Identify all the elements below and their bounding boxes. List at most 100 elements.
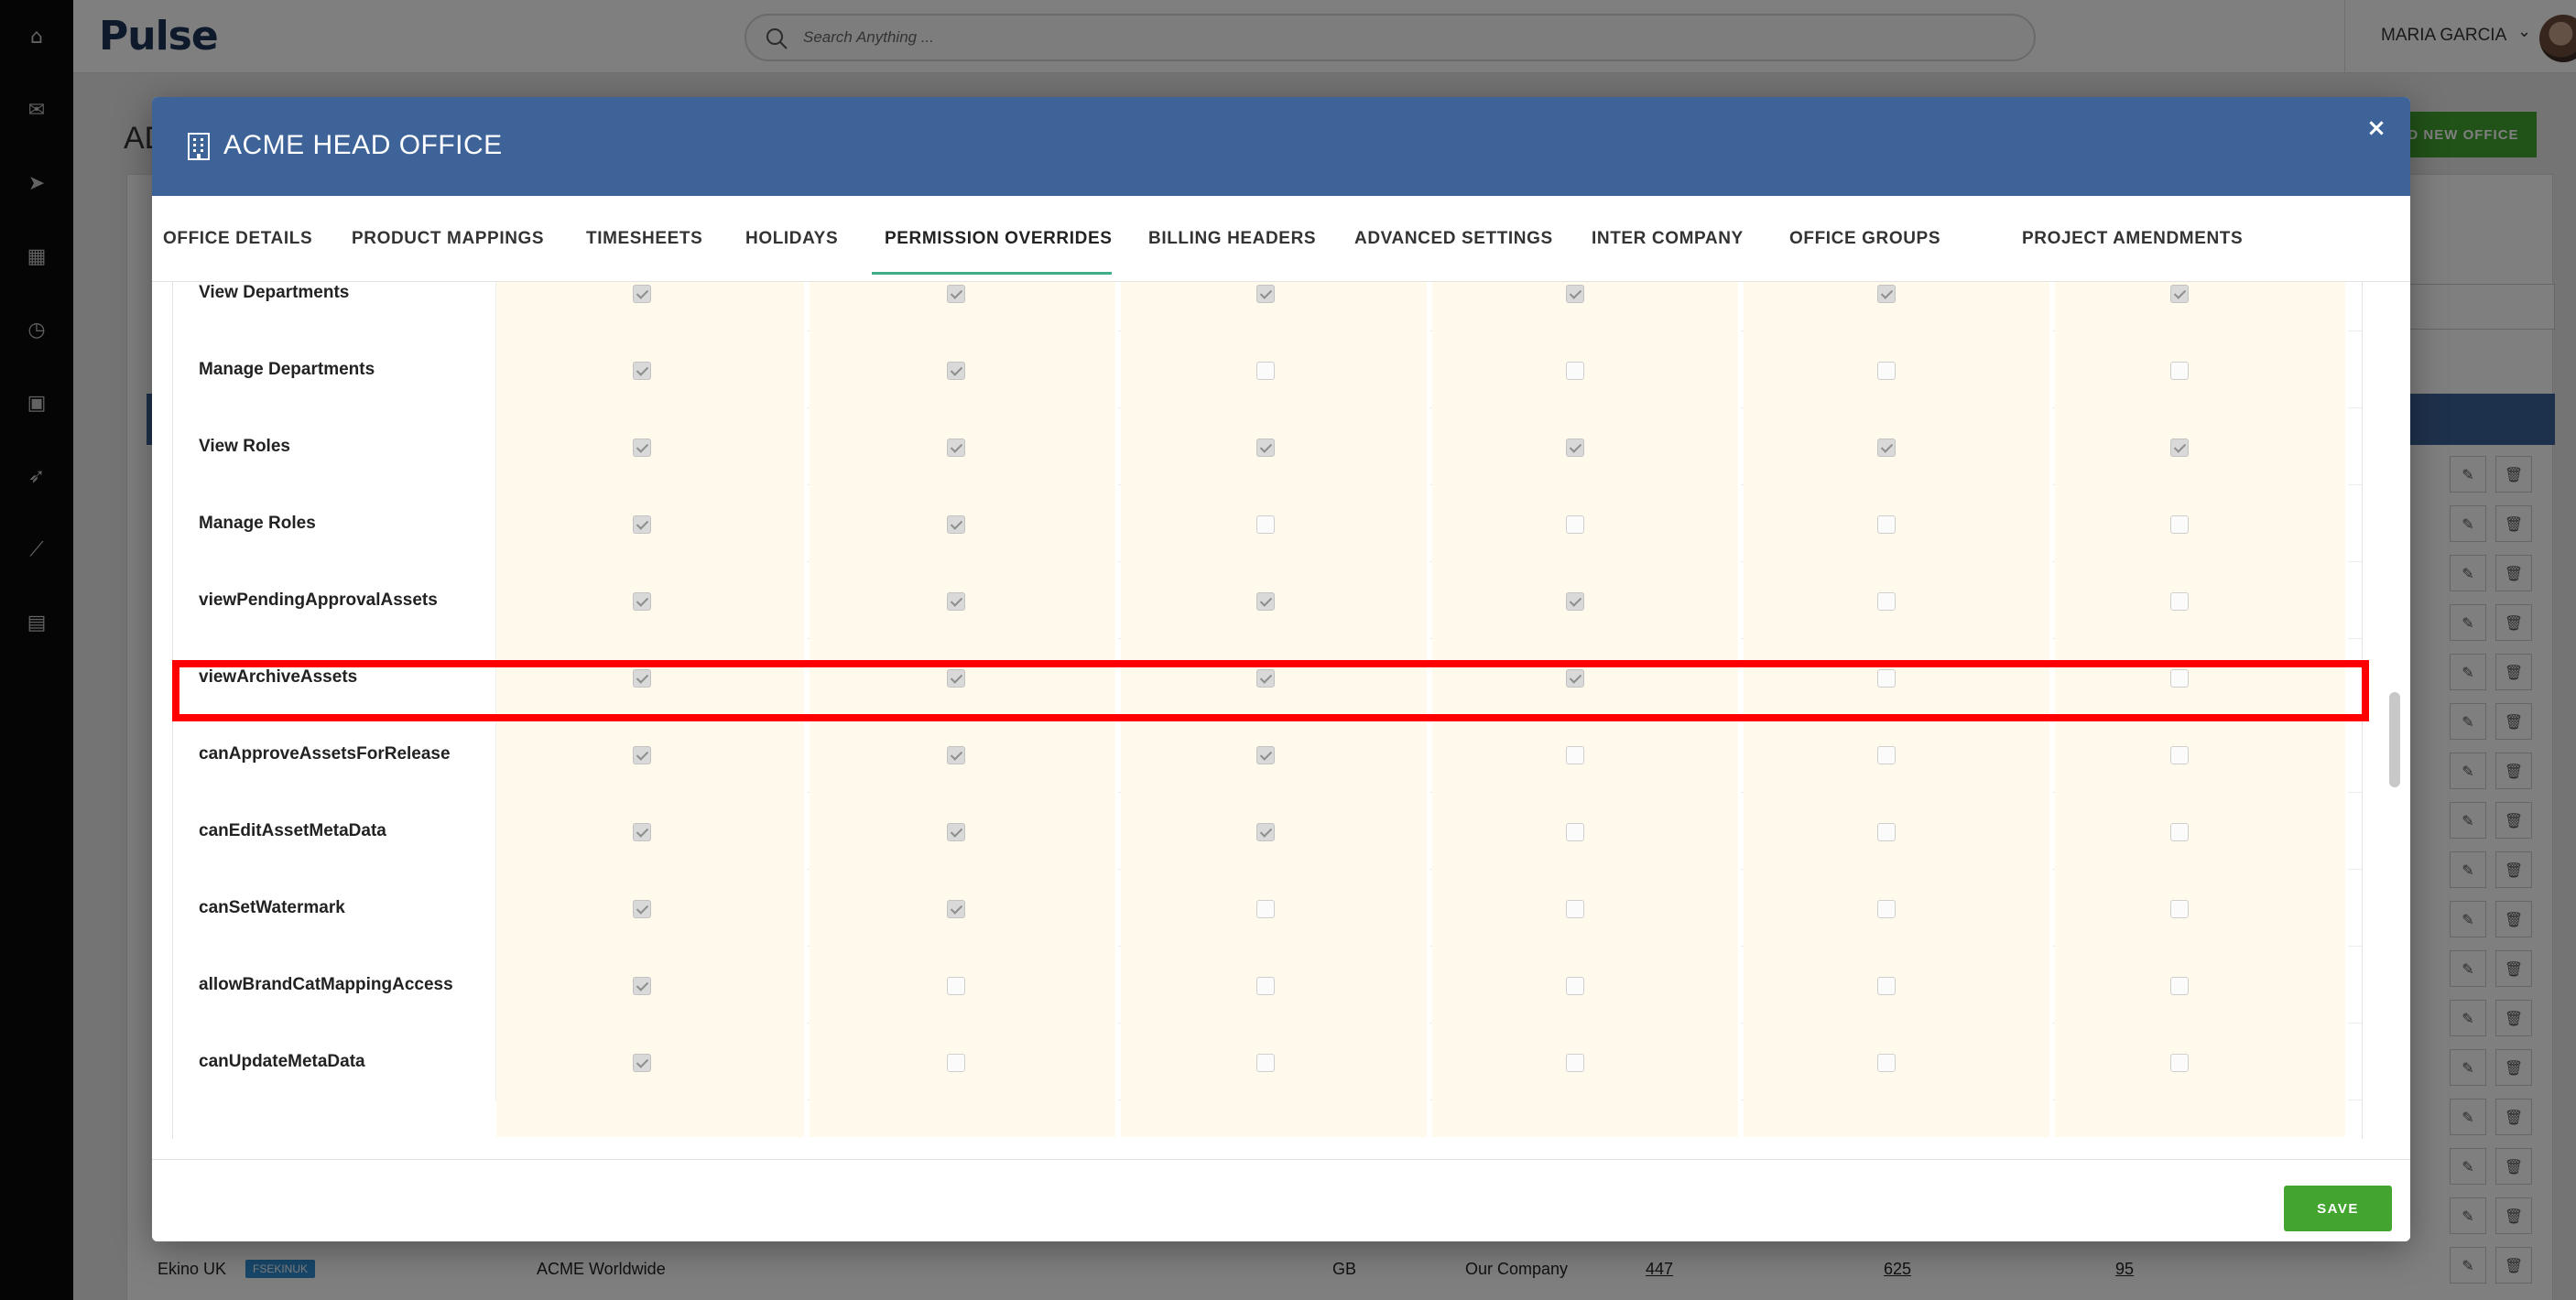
permission-checkbox[interactable]: [1256, 362, 1275, 380]
permission-checkbox[interactable]: [2170, 900, 2189, 918]
permission-cell: [2055, 485, 2348, 562]
permission-cell: [1121, 1024, 1429, 1100]
permission-checkbox[interactable]: [1256, 439, 1275, 457]
permission-checkbox[interactable]: [1566, 439, 1584, 457]
permission-cell: [496, 1100, 807, 1137]
tab-product-mappings[interactable]: PRODUCT MAPPINGS: [352, 196, 544, 282]
permission-checkbox[interactable]: [633, 515, 651, 534]
permission-cell: [1121, 485, 1429, 562]
permission-cell: [1744, 639, 2052, 716]
permission-cell: [496, 716, 807, 793]
office-modal: ACME HEAD OFFICE × OFFICE DETAILS PRODUCT…: [152, 97, 2410, 1241]
close-button[interactable]: ×: [2363, 114, 2390, 142]
permission-checkbox[interactable]: [1877, 977, 1896, 995]
permission-checkbox[interactable]: [1256, 669, 1275, 688]
permission-checkbox[interactable]: [1877, 592, 1896, 611]
permission-checkbox[interactable]: [1566, 515, 1584, 534]
permission-checkbox[interactable]: [2170, 362, 2189, 380]
permission-checkbox[interactable]: [1566, 362, 1584, 380]
permission-checkbox[interactable]: [633, 285, 651, 303]
tab-advanced-settings[interactable]: ADVANCED SETTINGS: [1354, 196, 1553, 282]
permission-checkbox[interactable]: [633, 1054, 651, 1072]
permission-checkbox[interactable]: [1256, 823, 1275, 841]
permission-checkbox[interactable]: [1877, 900, 1896, 918]
permission-checkbox[interactable]: [1877, 823, 1896, 841]
permission-checkbox[interactable]: [947, 669, 965, 688]
permission-checkbox[interactable]: [1566, 1054, 1584, 1072]
permission-checkbox[interactable]: [1566, 285, 1584, 303]
permission-cell: [2055, 793, 2348, 870]
table-row: canUpdateMetaData: [173, 1024, 2362, 1100]
permission-cell: [2055, 1024, 2348, 1100]
permission-cell: [810, 639, 1118, 716]
permission-checkbox[interactable]: [947, 900, 965, 918]
permission-checkbox[interactable]: [2170, 515, 2189, 534]
save-button[interactable]: SAVE: [2284, 1186, 2392, 1231]
permission-checkbox[interactable]: [947, 1054, 965, 1072]
permission-checkbox[interactable]: [2170, 746, 2189, 764]
tab-office-details[interactable]: OFFICE DETAILS: [163, 196, 312, 282]
permission-checkbox[interactable]: [1877, 362, 1896, 380]
permission-checkbox[interactable]: [633, 592, 651, 611]
permission-checkbox[interactable]: [2170, 977, 2189, 995]
permissions-table[interactable]: View Departments Manage Departments View R…: [172, 282, 2363, 1139]
permission-checkbox[interactable]: [2170, 285, 2189, 303]
permission-checkbox[interactable]: [2170, 592, 2189, 611]
tab-holidays[interactable]: HOLIDAYS: [745, 196, 838, 282]
permission-checkbox[interactable]: [1256, 1054, 1275, 1072]
permission-checkbox[interactable]: [1877, 1054, 1896, 1072]
permission-checkbox[interactable]: [947, 362, 965, 380]
permission-checkbox[interactable]: [1256, 746, 1275, 764]
permission-cell: [496, 485, 807, 562]
permission-checkbox[interactable]: [633, 439, 651, 457]
permission-checkbox[interactable]: [1566, 977, 1584, 995]
permission-checkbox[interactable]: [633, 823, 651, 841]
permission-checkbox[interactable]: [947, 977, 965, 995]
permission-cell: [1121, 947, 1429, 1024]
permission-checkbox[interactable]: [1256, 515, 1275, 534]
tab-office-groups[interactable]: OFFICE GROUPS: [1789, 196, 1940, 282]
tab-permission-overrides[interactable]: PERMISSION OVERRIDES: [885, 196, 1113, 282]
permission-checkbox[interactable]: [1566, 669, 1584, 688]
permission-checkbox[interactable]: [1877, 669, 1896, 688]
permission-cell: [1432, 639, 1741, 716]
permission-checkbox[interactable]: [2170, 439, 2189, 457]
permission-checkbox[interactable]: [1256, 592, 1275, 611]
tab-billing-headers[interactable]: BILLING HEADERS: [1148, 196, 1316, 282]
permission-checkbox[interactable]: [947, 439, 965, 457]
permission-checkbox[interactable]: [947, 285, 965, 303]
permission-checkbox[interactable]: [947, 592, 965, 611]
permission-checkbox[interactable]: [947, 515, 965, 534]
tab-timesheets[interactable]: TIMESHEETS: [586, 196, 702, 282]
permission-checkbox[interactable]: [633, 362, 651, 380]
permission-cell: [2055, 282, 2348, 331]
scrollbar-thumb[interactable]: [2389, 692, 2400, 787]
permission-cell: [496, 870, 807, 947]
table-row: canApproveAssetsForRelease: [173, 716, 2362, 793]
permission-checkbox[interactable]: [1256, 900, 1275, 918]
permission-checkbox[interactable]: [1877, 515, 1896, 534]
permission-checkbox[interactable]: [2170, 823, 2189, 841]
permission-checkbox[interactable]: [633, 746, 651, 764]
permission-checkbox[interactable]: [633, 977, 651, 995]
permission-checkbox[interactable]: [1256, 977, 1275, 995]
permission-name: View Roles: [173, 408, 496, 485]
permission-checkbox[interactable]: [1256, 285, 1275, 303]
permission-cell: [1744, 562, 2052, 639]
tab-inter-company[interactable]: INTER COMPANY: [1592, 196, 1744, 282]
permission-checkbox[interactable]: [633, 669, 651, 688]
permission-checkbox[interactable]: [1566, 592, 1584, 611]
permission-checkbox[interactable]: [1877, 439, 1896, 457]
permission-checkbox[interactable]: [947, 823, 965, 841]
permission-checkbox[interactable]: [2170, 1054, 2189, 1072]
permission-checkbox[interactable]: [2170, 669, 2189, 688]
permission-checkbox[interactable]: [633, 900, 651, 918]
tab-project-amendments[interactable]: PROJECT AMENDMENTS: [2022, 196, 2243, 282]
permission-checkbox[interactable]: [1877, 746, 1896, 764]
permission-checkbox[interactable]: [947, 746, 965, 764]
permission-checkbox[interactable]: [1566, 746, 1584, 764]
permission-cell: [1744, 485, 2052, 562]
permission-checkbox[interactable]: [1566, 900, 1584, 918]
permission-checkbox[interactable]: [1566, 823, 1584, 841]
permission-checkbox[interactable]: [1877, 285, 1896, 303]
